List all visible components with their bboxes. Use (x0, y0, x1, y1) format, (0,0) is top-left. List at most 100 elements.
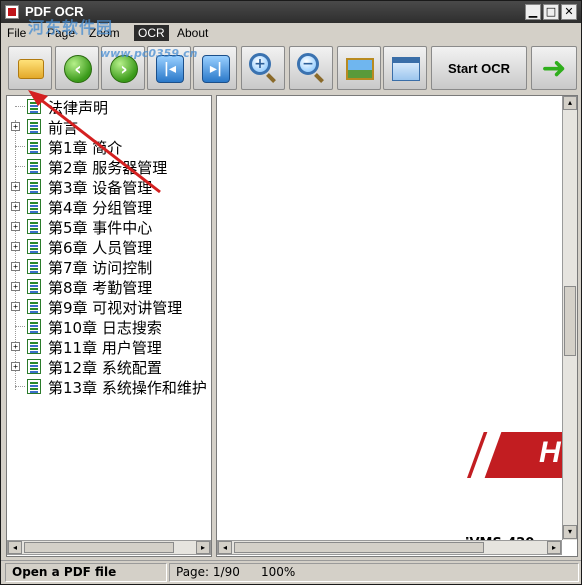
scroll-up-button[interactable]: ▴ (563, 96, 577, 110)
last-page-button[interactable]: ▸| (193, 46, 237, 90)
app-window: PDF OCR ▁ □ ✕ File Page Zoom OCR About ‹… (0, 0, 582, 585)
page-horizontal-scrollbar[interactable]: ◂ ▸ (217, 540, 562, 555)
prev-page-button[interactable]: ‹ (55, 46, 99, 90)
first-page-button[interactable]: |◂ (147, 46, 191, 90)
app-icon (5, 5, 19, 19)
scroll-right-button[interactable]: ▸ (196, 541, 210, 554)
tree-item[interactable]: 第2章 服务器管理 (7, 156, 211, 177)
tree-connector (15, 166, 25, 167)
arrow-right-icon: ➜ (541, 50, 567, 86)
image-icon (346, 58, 374, 80)
tree-item[interactable]: + 第3章 设备管理 (7, 176, 211, 197)
tree-item[interactable]: + 第8章 考勤管理 (7, 276, 211, 297)
tree-item-label: 第5章 事件中心 (48, 219, 153, 237)
tree-item[interactable]: + 第4章 分组管理 (7, 196, 211, 217)
expand-icon[interactable]: + (11, 282, 20, 291)
menu-bar: File Page Zoom OCR About (1, 23, 581, 43)
next-page-icon: › (110, 55, 138, 83)
page-vertical-scrollbar[interactable]: ▴ ▾ (562, 96, 577, 540)
toolbar: ‹ › |◂ ▸| + − Start OCR ➜ (1, 45, 581, 93)
expand-icon[interactable]: + (11, 342, 20, 351)
logo-letter: H (539, 436, 561, 469)
page-view[interactable]: H iVMS-420 ▴ ▾ ◂ ▸ (216, 95, 578, 557)
go-arrow-button[interactable]: ➜ (531, 46, 577, 90)
document-icon (27, 239, 41, 254)
bookmark-tree[interactable]: 法律声明 + 前言第1章 简介 第2章 服务器管理 + 第3章 设备管理 + 第4章 分组管理… (6, 95, 212, 557)
menu-ocr[interactable]: OCR (134, 25, 169, 41)
menu-zoom[interactable]: Zoom (85, 25, 124, 41)
tree-item-label: 第4章 分组管理 (48, 199, 153, 217)
tree-item-label: 前言 (48, 119, 79, 137)
title-bar: PDF OCR ▁ □ ✕ (1, 1, 581, 23)
expand-icon[interactable]: + (11, 202, 20, 211)
open-folder-icon (18, 59, 44, 79)
close-button[interactable]: ✕ (561, 4, 577, 20)
document-icon (27, 159, 41, 174)
open-file-button[interactable] (8, 46, 52, 90)
fit-window-icon (392, 57, 420, 81)
zoom-out-icon: − (297, 53, 319, 75)
tree-item-label: 第6章 人员管理 (48, 239, 153, 257)
menu-page[interactable]: Page (43, 25, 79, 41)
tree-connector (15, 106, 25, 107)
tree-item[interactable]: 第10章 日志搜索 (7, 316, 211, 337)
menu-about[interactable]: About (173, 25, 212, 41)
scroll-right-button[interactable]: ▸ (547, 541, 561, 554)
expand-icon[interactable]: + (11, 222, 20, 231)
zoom-in-button[interactable]: + (241, 46, 285, 90)
status-message: Open a PDF file (5, 563, 167, 582)
menu-file[interactable]: File (3, 25, 30, 41)
tree-item-label: 第7章 访问控制 (48, 259, 153, 277)
minimize-button[interactable]: ▁ (525, 4, 541, 20)
tree-horizontal-scrollbar[interactable]: ◂ ▸ (7, 540, 211, 555)
start-ocr-button[interactable]: Start OCR (431, 46, 527, 90)
document-icon (27, 139, 41, 154)
tree-item-label: 第3章 设备管理 (48, 179, 153, 197)
scroll-down-button[interactable]: ▾ (563, 525, 577, 539)
expand-icon[interactable]: + (11, 242, 20, 251)
tree-item[interactable]: + 第5章 事件中心 (7, 216, 211, 237)
tree-item[interactable]: + 第11章 用户管理 (7, 336, 211, 357)
scroll-thumb[interactable] (24, 542, 174, 553)
tree-item[interactable]: + 前言 (7, 116, 211, 137)
expand-icon[interactable]: + (11, 122, 20, 131)
scroll-thumb[interactable] (234, 542, 484, 553)
expand-icon[interactable]: + (11, 362, 20, 371)
document-icon (27, 259, 41, 274)
expand-icon[interactable]: + (11, 182, 20, 191)
tree-item[interactable]: + 第6章 人员管理 (7, 236, 211, 257)
tree-item-label: 第11章 用户管理 (48, 339, 162, 357)
next-page-button[interactable]: › (101, 46, 145, 90)
tree-item-label: 第12章 系统配置 (48, 359, 162, 377)
document-icon (27, 99, 41, 114)
tree-connector (15, 386, 25, 387)
document-icon (27, 379, 41, 394)
prev-page-icon: ‹ (64, 55, 92, 83)
tree-item[interactable]: 法律声明 (7, 96, 211, 117)
scroll-thumb[interactable] (564, 286, 576, 356)
tree-item-label: 第1章 简介 (48, 139, 123, 157)
tree-item-label: 法律声明 (48, 99, 109, 117)
maximize-button[interactable]: □ (543, 4, 559, 20)
expand-icon[interactable]: + (11, 302, 20, 311)
scroll-left-button[interactable]: ◂ (8, 541, 22, 554)
tree-item[interactable]: + 第7章 访问控制 (7, 256, 211, 277)
tree-item[interactable]: 第1章 简介 (7, 136, 211, 157)
tree-item-label: 第10章 日志搜索 (48, 319, 162, 337)
tree-item[interactable]: + 第12章 系统配置 (7, 356, 211, 377)
document-icon (27, 219, 41, 234)
zoom-out-button[interactable]: − (289, 46, 333, 90)
document-icon (27, 119, 41, 134)
tree-item[interactable]: 第13章 系统操作和维护 (7, 376, 211, 397)
status-page: Page: 1/90 (176, 565, 240, 579)
document-icon (27, 299, 41, 314)
document-icon (27, 199, 41, 214)
tree-connector (15, 326, 25, 327)
image-button[interactable] (337, 46, 381, 90)
scroll-left-button[interactable]: ◂ (218, 541, 232, 554)
fit-window-button[interactable] (383, 46, 427, 90)
document-icon (27, 319, 41, 334)
tree-item[interactable]: + 第9章 可视对讲管理 (7, 296, 211, 317)
tree-item-label: 第9章 可视对讲管理 (48, 299, 183, 317)
expand-icon[interactable]: + (11, 262, 20, 271)
